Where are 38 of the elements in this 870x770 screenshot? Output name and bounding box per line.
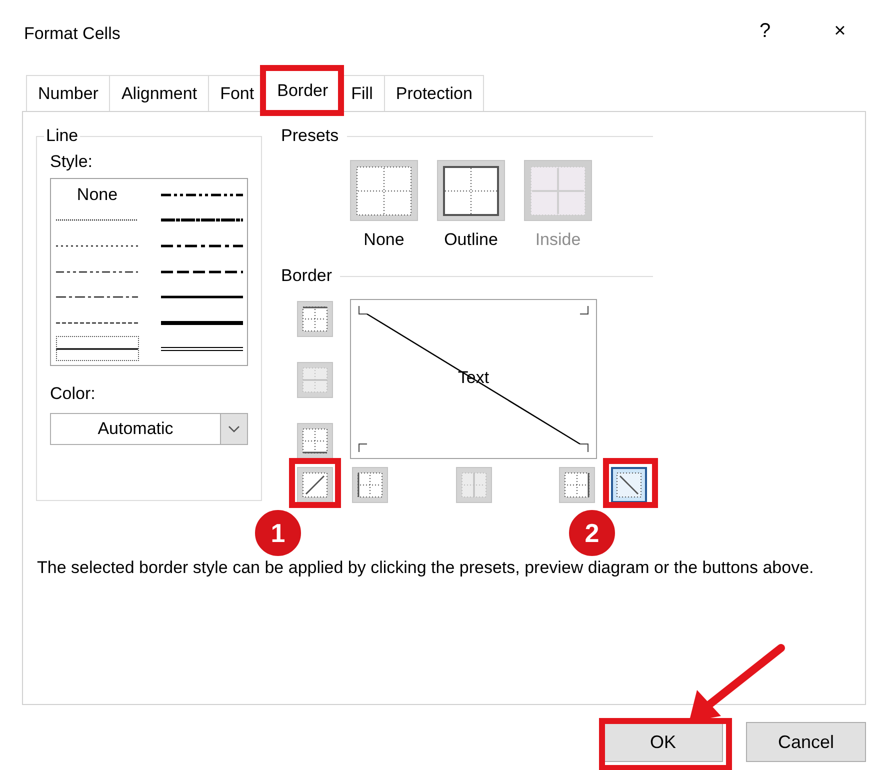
line-pattern-icon — [160, 319, 243, 328]
field-label: Style: — [50, 152, 94, 172]
chevron-down-icon — [228, 425, 240, 433]
line-pattern-icon — [160, 293, 243, 302]
corner-mark — [358, 306, 368, 314]
preset-label: None — [364, 230, 404, 250]
help-button[interactable]: ? — [735, 20, 795, 43]
border-button[interactable] — [352, 467, 388, 503]
dialog-button[interactable]: OK — [603, 722, 723, 762]
corner-mark — [358, 444, 368, 452]
border-button[interactable] — [297, 301, 333, 337]
dialog-button[interactable]: Cancel — [746, 722, 866, 762]
tab[interactable]: Number — [26, 75, 110, 111]
corner-mark — [580, 444, 588, 452]
border-button[interactable] — [297, 423, 333, 459]
line-style-option[interactable]: None — [56, 182, 138, 207]
preset-button[interactable] — [437, 160, 505, 221]
description-text: The selected border style can be applied by clicking the presets, preview diagram or the buttons above. — [37, 557, 815, 578]
line-pattern-icon — [160, 344, 243, 353]
corner-mark — [580, 306, 588, 314]
group-title: Line — [45, 126, 80, 146]
step-badge: 1 — [253, 508, 303, 558]
line-pattern-icon — [160, 216, 243, 224]
close-button[interactable]: × — [810, 20, 870, 43]
border-button[interactable] — [297, 467, 333, 503]
border-button[interactable] — [611, 467, 647, 503]
field-label: Color: — [50, 384, 96, 404]
border-button[interactable] — [559, 467, 595, 503]
preset-label: Inside — [535, 230, 581, 250]
section-title: Presets — [281, 126, 339, 146]
section-title: Border — [281, 266, 332, 286]
preset-button[interactable] — [350, 160, 418, 221]
color-dropdown[interactable]: Automatic — [50, 413, 248, 445]
tab[interactable]: Protection — [384, 75, 484, 111]
window-title: Format Cells — [24, 24, 122, 44]
step-badge: 2 — [567, 508, 617, 558]
line-style-option[interactable] — [56, 336, 138, 362]
preset-label: Outline — [444, 230, 498, 250]
